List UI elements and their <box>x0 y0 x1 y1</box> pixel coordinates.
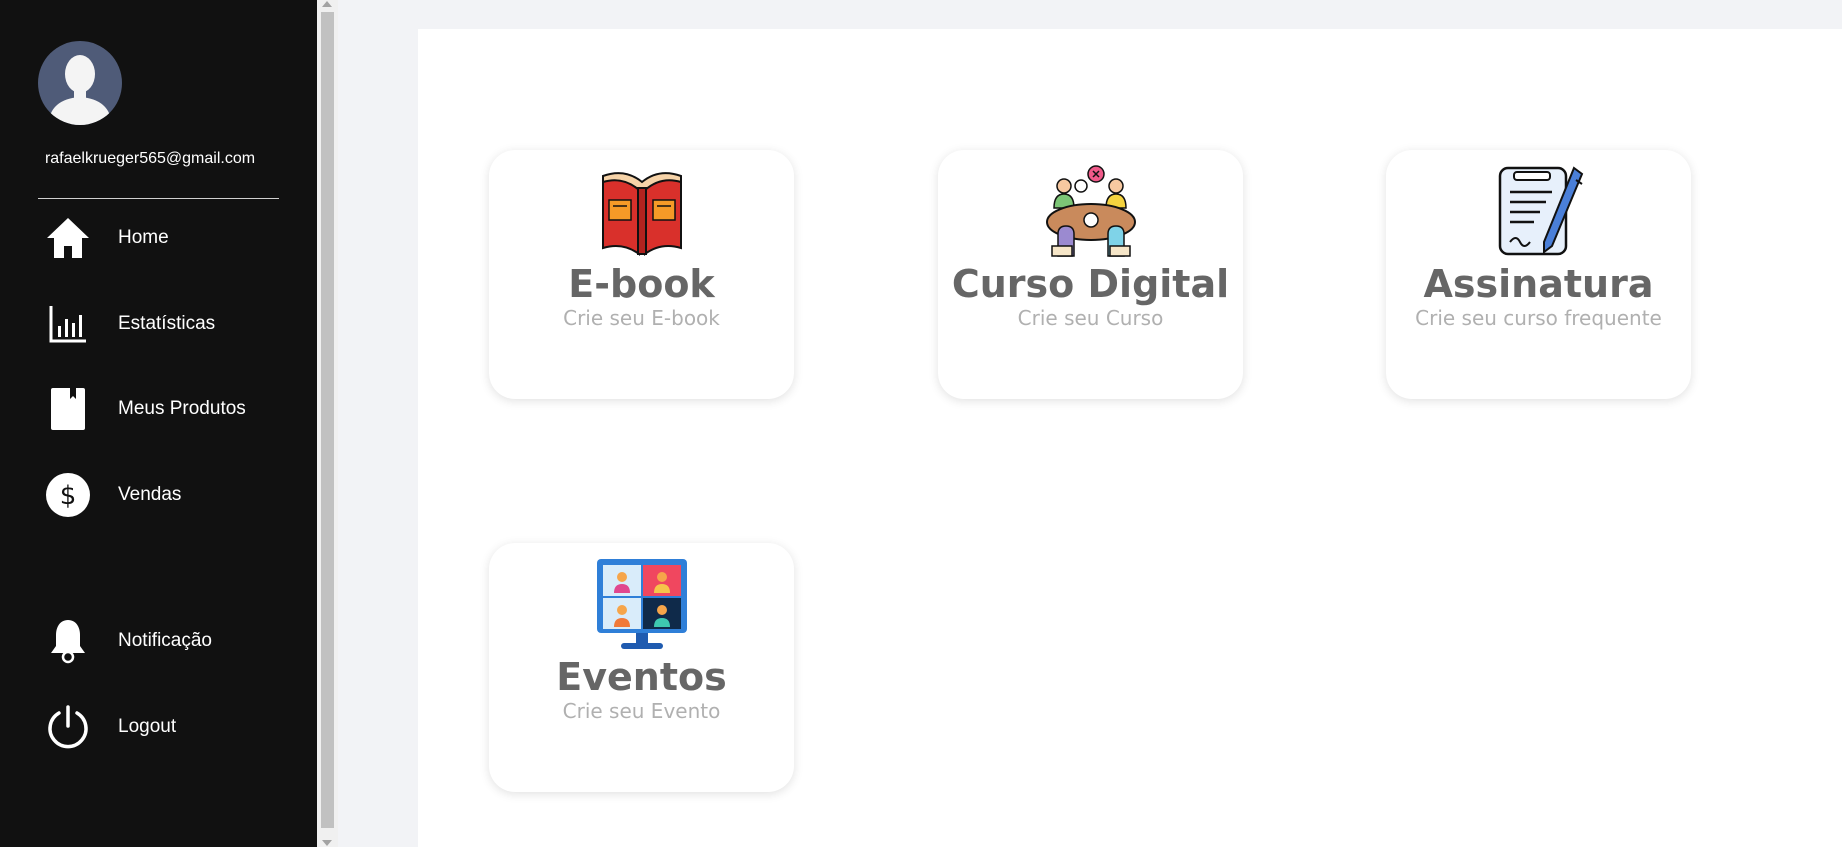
card-assinatura[interactable]: Assinatura Crie seu curso frequente <box>1386 150 1691 399</box>
nav-item-logout[interactable]: Logout <box>44 703 294 751</box>
card-subtitle: Crie seu curso frequente <box>1415 306 1662 330</box>
open-book-icon <box>595 164 689 258</box>
card-subtitle: Crie seu Evento <box>562 699 721 723</box>
card-title: Curso Digital <box>951 262 1230 306</box>
signature-contract-icon <box>1492 164 1586 258</box>
group-meeting-icon <box>1044 164 1138 258</box>
nav-item-label: Logout <box>118 716 177 737</box>
card-title: E-book <box>568 262 715 306</box>
sidebar: rafaelkrueger565@gmail.com Home Estatíst… <box>0 0 317 847</box>
card-curso-digital[interactable]: Curso Digital Crie seu Curso <box>938 150 1243 399</box>
card-subtitle: Crie seu E-book <box>563 306 720 330</box>
power-icon <box>44 703 92 751</box>
nav-item-label: Notificação <box>118 630 212 651</box>
bar-chart-icon <box>44 300 92 348</box>
scroll-up-arrow-icon[interactable] <box>322 1 332 7</box>
card-eventos[interactable]: Eventos Crie seu Evento <box>489 543 794 792</box>
nav-item-estatisticas[interactable]: Estatísticas <box>44 300 294 348</box>
nav-item-label: Vendas <box>118 484 182 505</box>
bell-icon <box>44 617 92 665</box>
divider <box>38 198 279 199</box>
nav-item-label: Estatísticas <box>118 313 216 334</box>
nav-item-vendas[interactable]: $ Vendas <box>44 471 294 519</box>
nav-item-label: Meus Produtos <box>118 398 246 419</box>
book-icon <box>44 385 92 433</box>
svg-text:$: $ <box>60 481 77 511</box>
card-title: Assinatura <box>1423 262 1654 306</box>
nav-item-label: Home <box>118 227 169 248</box>
video-conference-icon <box>595 557 689 651</box>
scrollbar[interactable] <box>317 0 338 847</box>
card-subtitle: Crie seu Curso <box>1017 306 1164 330</box>
card-title: Eventos <box>556 655 727 699</box>
nav-item-home[interactable]: Home <box>44 214 294 262</box>
home-icon <box>44 214 92 262</box>
nav-item-meus-produtos[interactable]: Meus Produtos <box>44 385 294 433</box>
scroll-down-arrow-icon[interactable] <box>322 840 332 846</box>
nav-item-notificacao[interactable]: Notificação <box>44 617 294 665</box>
dollar-icon: $ <box>44 471 92 519</box>
scroll-thumb[interactable] <box>321 12 334 828</box>
user-email: rafaelkrueger565@gmail.com <box>44 150 256 167</box>
card-ebook[interactable]: E-book Crie seu E-book <box>489 150 794 399</box>
avatar[interactable] <box>38 41 122 125</box>
main-content: E-book Crie seu E-book Curso Digital Cri <box>418 29 1842 847</box>
